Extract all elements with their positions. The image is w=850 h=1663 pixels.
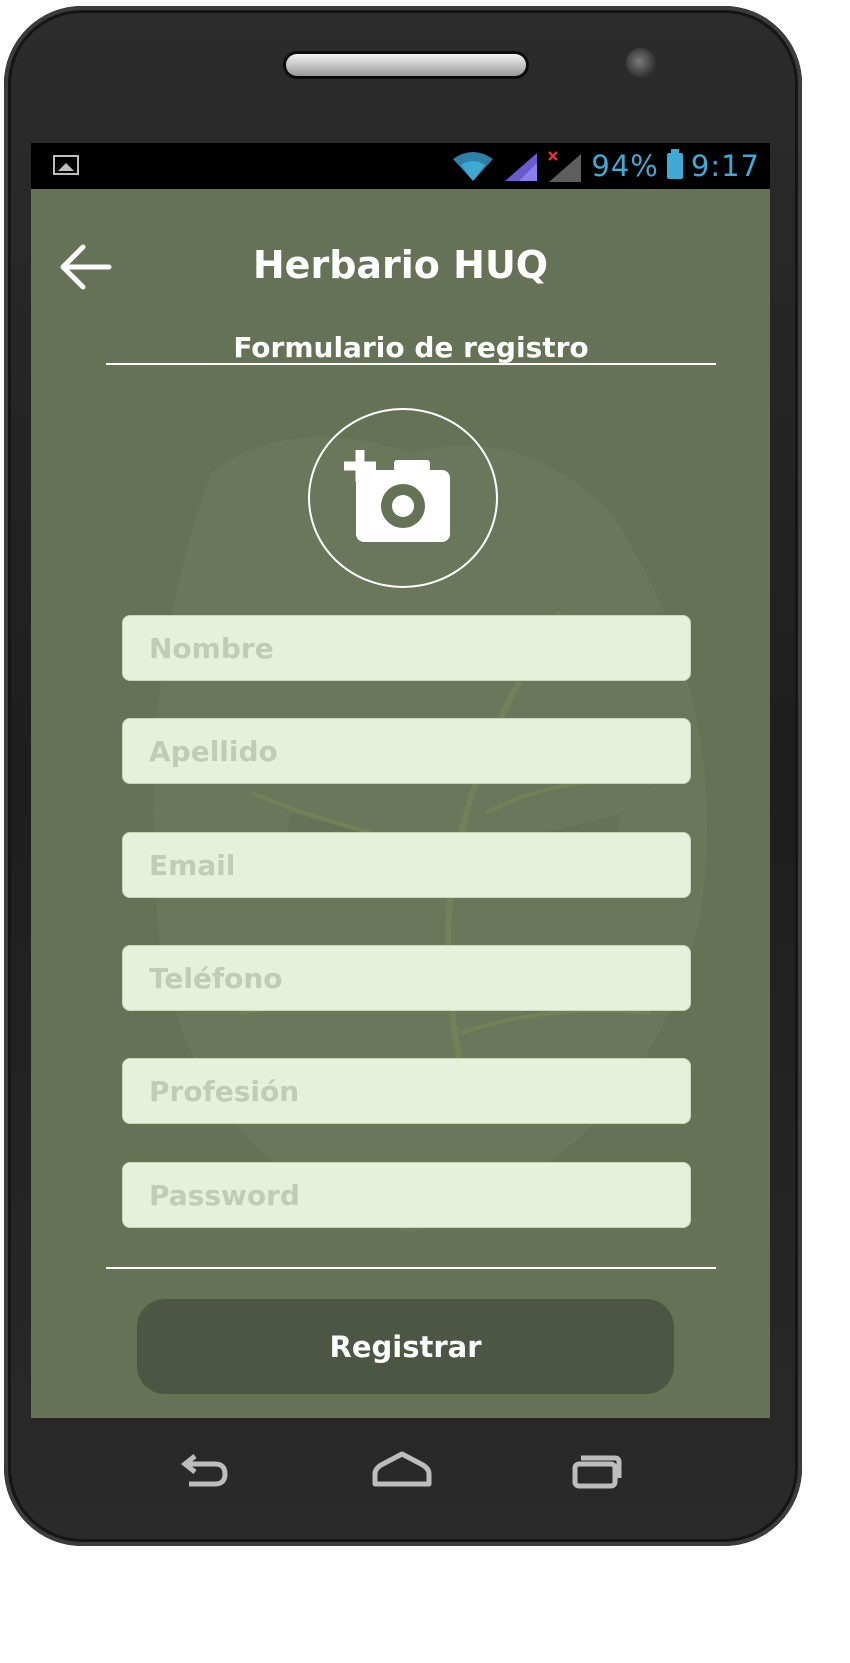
email-field[interactable] [122, 832, 691, 898]
form-heading: Formulario de registro [233, 331, 589, 364]
system-nav-bar [31, 1418, 770, 1528]
password-field[interactable] [122, 1162, 691, 1228]
top-divider [106, 363, 716, 365]
gallery-icon [53, 155, 79, 175]
status-icons: 94% 9:17 [451, 146, 760, 186]
email-input[interactable] [123, 833, 690, 897]
home-nav-icon[interactable] [369, 1450, 435, 1490]
nombre-field[interactable] [122, 615, 691, 681]
apellido-input[interactable] [123, 719, 690, 783]
profile-photo-picker[interactable] [308, 408, 498, 588]
telefono-field[interactable] [122, 945, 691, 1011]
battery-percent: 94% [591, 149, 659, 183]
earpiece-speaker [286, 54, 526, 76]
register-button[interactable]: Registrar [137, 1299, 674, 1394]
page-title: Herbario HUQ [252, 243, 549, 287]
profesion-field[interactable] [122, 1058, 691, 1124]
battery-icon [666, 149, 683, 179]
password-input[interactable] [123, 1163, 690, 1227]
status-bar: 94% 9:17 [31, 143, 770, 189]
nombre-input[interactable] [123, 616, 690, 680]
profesion-input[interactable] [123, 1059, 690, 1123]
add-photo-icon [344, 450, 450, 542]
wifi-icon [453, 152, 494, 181]
telefono-input[interactable] [123, 946, 690, 1010]
recents-nav-icon[interactable] [565, 1450, 625, 1490]
bottom-divider [106, 1267, 716, 1269]
app-screen: 94% 9:17 Herbario HUQ Formulario de regi… [31, 143, 770, 1418]
app-bar: Herbario HUQ [31, 189, 770, 339]
apellido-field[interactable] [122, 718, 691, 784]
no-signal-icon [548, 151, 582, 182]
front-camera [626, 48, 656, 78]
clock: 9:17 [690, 149, 760, 183]
back-nav-icon[interactable] [175, 1450, 235, 1490]
signal-icon [505, 153, 538, 181]
